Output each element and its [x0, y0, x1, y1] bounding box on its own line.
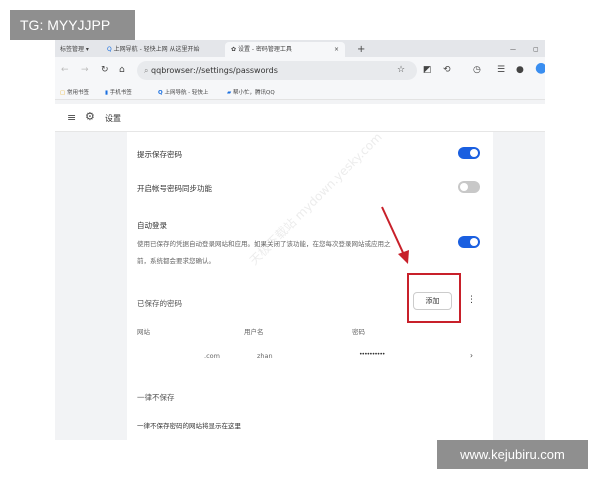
highlight-box [407, 273, 461, 323]
arrow-icon [381, 206, 406, 258]
site-watermark: www.kejubiru.com [437, 440, 588, 469]
arrow-head-icon [398, 250, 409, 264]
annotation-overlay [381, 206, 461, 323]
